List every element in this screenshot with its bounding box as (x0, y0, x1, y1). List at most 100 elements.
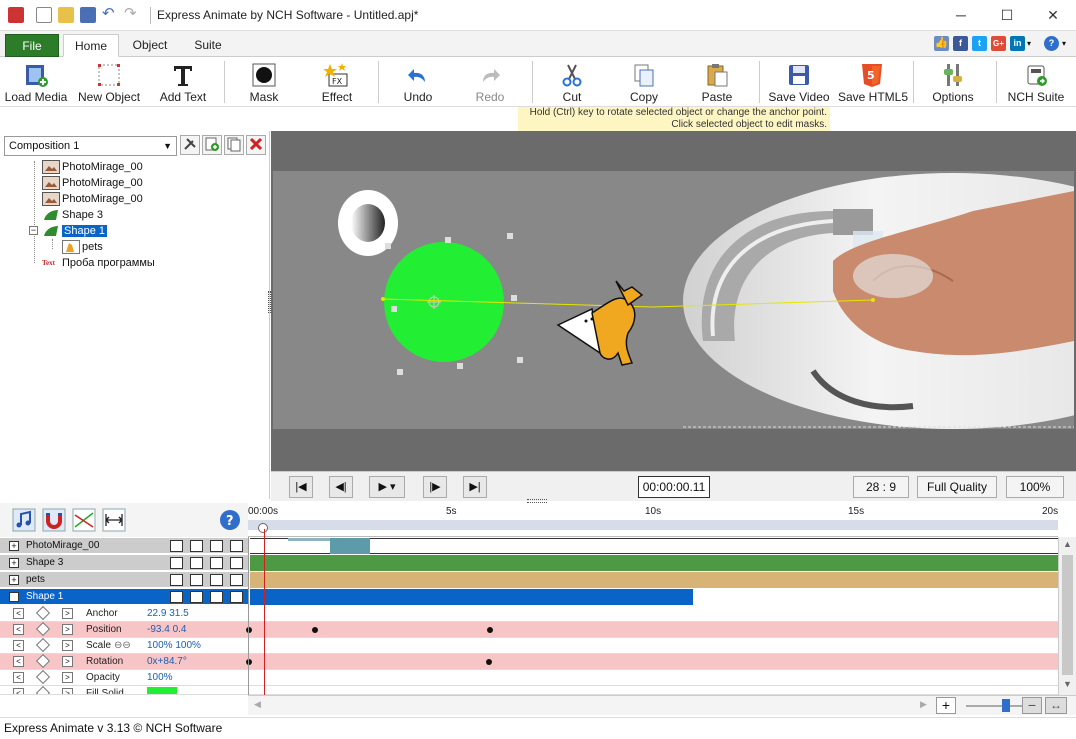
link-chain-icon[interactable]: ⊖⊖ (114, 638, 131, 653)
shape1-clip[interactable] (250, 589, 693, 605)
property-opacity[interactable]: < > Opacity 100% (0, 669, 1058, 686)
track-photomirage[interactable]: + PhotoMirage_00 (0, 538, 248, 554)
tab-object[interactable]: Object (123, 34, 177, 57)
layer-icon[interactable] (230, 557, 243, 569)
track-shape-3[interactable]: + Shape 3 (0, 555, 248, 571)
prev-keyframe-button[interactable]: < (13, 672, 24, 683)
grid-icon[interactable] (190, 557, 203, 569)
timeline-vertical-scrollbar[interactable]: ▲ ▼ (1058, 537, 1076, 695)
cut-button[interactable]: Cut (550, 59, 594, 105)
eye-icon[interactable] (170, 574, 183, 586)
tree-item-photomirage-1[interactable]: PhotoMirage_00 (42, 159, 143, 175)
facebook-icon[interactable]: f (953, 36, 968, 51)
save-video-button[interactable]: Save Video (768, 59, 830, 105)
keyframe-toggle[interactable] (35, 637, 51, 653)
next-keyframe-button[interactable]: > (62, 608, 73, 619)
tree-item-photomirage-3[interactable]: PhotoMirage_00 (42, 191, 143, 207)
close-button[interactable]: ✕ (1030, 0, 1076, 31)
next-keyframe-button[interactable]: > (62, 640, 73, 651)
zoom-out-button[interactable]: − (1022, 697, 1042, 714)
timeline-help-icon[interactable]: ? (218, 508, 242, 532)
expand-track-toggle[interactable]: + (9, 575, 19, 585)
next-keyframe-button[interactable]: > (62, 672, 73, 683)
property-value[interactable]: 22.9 31.5 (147, 606, 189, 621)
grid-icon[interactable] (190, 574, 203, 586)
zoom-slider-thumb[interactable] (1002, 699, 1010, 712)
prev-keyframe-button[interactable]: < (13, 656, 24, 667)
zoom-button[interactable]: 100% (1006, 476, 1064, 498)
scroll-left-icon[interactable]: ◀ (254, 699, 261, 710)
prev-keyframe-button[interactable]: < (13, 688, 24, 694)
maximize-button[interactable]: ☐ (984, 0, 1030, 31)
minimize-button[interactable]: ─ (938, 0, 984, 31)
timeline-ruler[interactable]: 00:00s 5s 10s 15s 20s (248, 503, 1058, 537)
lock-icon[interactable] (210, 574, 223, 586)
keyframe-marker[interactable] (246, 627, 252, 633)
tree-item-photomirage-2[interactable]: PhotoMirage_00 (42, 175, 143, 191)
fit-width-icon[interactable] (102, 508, 126, 532)
curve-icon[interactable] (72, 508, 96, 532)
collapse-shape-1-toggle[interactable]: − (29, 226, 38, 235)
aspect-ratio-button[interactable]: 28 : 9 (853, 476, 909, 498)
scroll-up-icon[interactable]: ▲ (1063, 539, 1072, 549)
property-fill-solid[interactable]: < > Fill Solid (0, 686, 1058, 695)
next-keyframe-button[interactable]: > (62, 688, 73, 694)
new-object-button[interactable]: New Object (78, 59, 140, 105)
pets-clip[interactable] (250, 572, 1058, 588)
load-media-button[interactable]: Load Media (4, 59, 68, 105)
help-icon[interactable]: ? (1044, 36, 1059, 51)
shape3-clip[interactable] (250, 555, 1058, 571)
preview-canvas[interactable] (271, 131, 1076, 471)
track-shape-1[interactable]: − Shape 1 (0, 589, 248, 605)
pets-image[interactable] (556, 280, 644, 366)
eye-icon[interactable] (170, 591, 183, 603)
new-file-icon[interactable] (36, 7, 52, 23)
tree-item-pets[interactable]: pets (62, 239, 103, 255)
scroll-thumb[interactable] (1062, 555, 1073, 675)
audio-note-icon[interactable] (12, 508, 36, 532)
add-object-button[interactable] (202, 135, 222, 155)
nch-suite-button[interactable]: NCH Suite (1006, 59, 1066, 105)
play-button[interactable]: ▶ ▾ (369, 476, 405, 498)
help-dropdown-icon[interactable]: ▾ (1062, 39, 1066, 48)
go-to-end-button[interactable]: ▶| (463, 476, 487, 498)
add-text-button[interactable]: Add Text (156, 59, 210, 105)
property-rotation[interactable]: < > Rotation 0x+84.7° (0, 653, 1058, 670)
scroll-right-icon[interactable]: ▶ (920, 699, 927, 710)
expand-track-toggle[interactable]: + (9, 558, 19, 568)
open-folder-icon[interactable] (58, 7, 74, 23)
twitter-icon[interactable]: t (972, 36, 987, 51)
playhead-handle[interactable] (258, 523, 268, 533)
property-value[interactable]: -93.4 0.4 (147, 622, 186, 637)
lock-icon[interactable] (210, 557, 223, 569)
property-anchor[interactable]: < > Anchor 22.9 31.5 (0, 605, 1058, 622)
prev-keyframe-button[interactable]: < (13, 640, 24, 651)
eye-icon[interactable] (170, 540, 183, 552)
quality-button[interactable]: Full Quality (917, 476, 997, 498)
layer-icon[interactable] (230, 540, 243, 552)
next-keyframe-button[interactable]: > (62, 656, 73, 667)
save-icon[interactable] (80, 7, 96, 23)
property-value[interactable]: 100% (147, 670, 173, 685)
eye-icon[interactable] (170, 557, 183, 569)
redo-button[interactable]: Redo (466, 59, 514, 105)
duplicate-object-button[interactable] (224, 135, 244, 155)
keyframe-toggle[interactable] (35, 653, 51, 669)
layer-icon[interactable] (230, 591, 243, 603)
keyframe-toggle[interactable] (35, 669, 51, 685)
options-button[interactable]: Options (928, 59, 978, 105)
keyframe-marker[interactable] (312, 627, 318, 633)
property-value[interactable]: 100% 100% (147, 638, 201, 653)
keyframe-marker[interactable] (487, 627, 493, 633)
prev-keyframe-button[interactable]: < (13, 624, 24, 635)
magnet-snap-icon[interactable] (42, 508, 66, 532)
composition-select[interactable]: Composition 1 ▼ (4, 136, 177, 156)
grid-icon[interactable] (190, 591, 203, 603)
property-scale[interactable]: < > Scale ⊖⊖ 100% 100% (0, 637, 1058, 654)
tree-item-shape-1[interactable]: Shape 1 (42, 223, 107, 239)
keyframe-marker[interactable] (246, 659, 252, 665)
redo-quick-icon[interactable]: ↷ (124, 6, 140, 23)
next-keyframe-button[interactable]: > (62, 624, 73, 635)
tab-file[interactable]: File (5, 34, 59, 57)
grid-icon[interactable] (190, 540, 203, 552)
